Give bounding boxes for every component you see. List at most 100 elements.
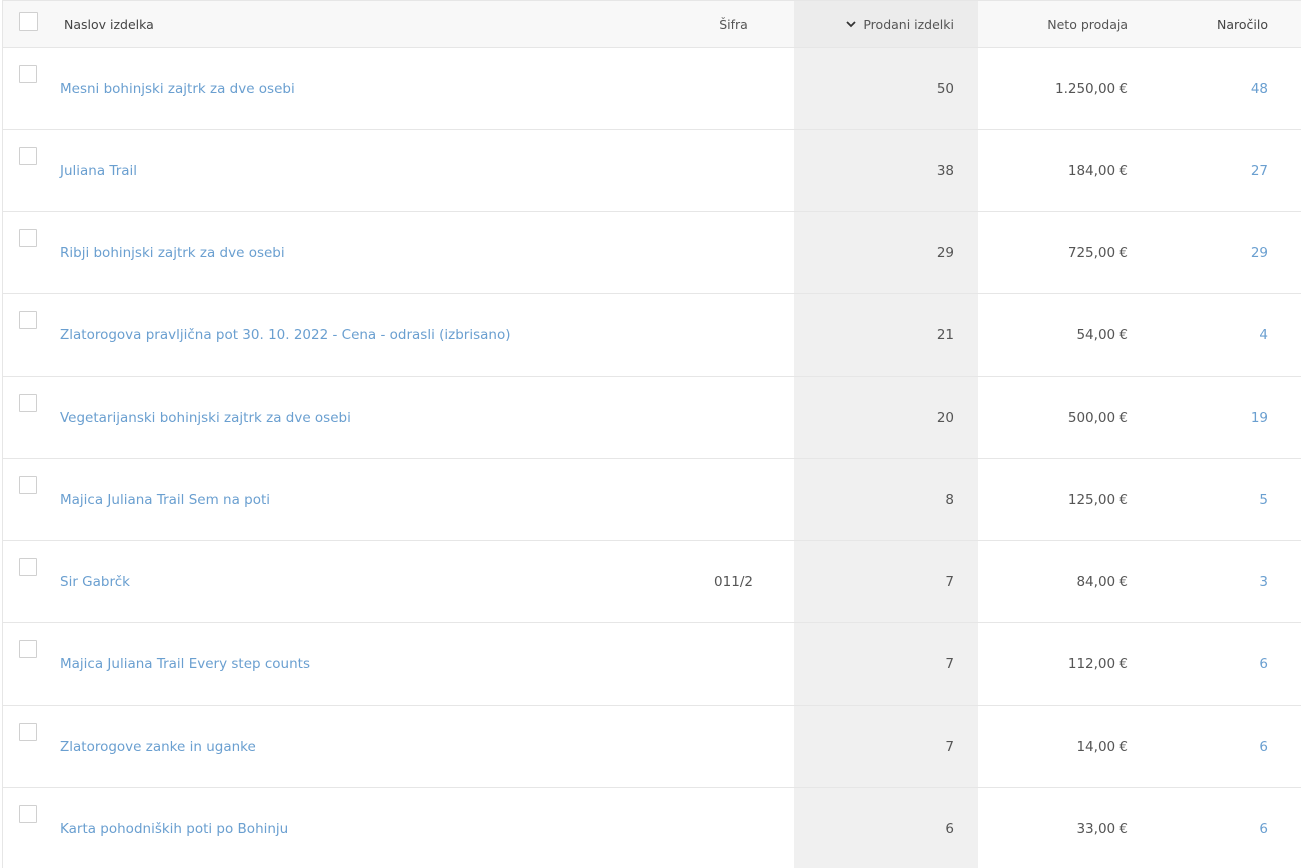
table-body: Mesni bohinjski zajtrk za dve osebi 50 1… [3,48,1301,868]
orders-cell: 5 [1152,492,1296,508]
column-header-sold[interactable]: Prodani izdelki [794,1,978,47]
orders-link[interactable]: 5 [1259,492,1268,508]
product-title-cell: Juliana Trail [60,163,673,179]
items-sold-cell: 6 [945,820,954,837]
net-sales-cell: 84,00 € [1076,573,1128,590]
column-header-sold-label: Prodani izdelki [863,16,954,32]
orders-link[interactable]: 48 [1251,81,1268,97]
net-sales-cell: 14,00 € [1076,738,1128,755]
items-sold-cell: 21 [936,327,954,343]
product-title-link[interactable]: Majica Juliana Trail Sem na poti [60,492,270,508]
row-checkbox[interactable] [19,147,37,165]
orders-cell: 27 [1152,163,1296,179]
net-sales-cell: 33,00 € [1076,820,1128,837]
product-title-link[interactable]: Zlatorogove zanke in uganke [60,739,256,755]
table-row: Karta pohodniških poti po Bohinju 6 33,0… [3,788,1301,868]
orders-cell: 3 [1152,574,1296,590]
items-sold-cell: 7 [945,738,954,755]
orders-cell: 29 [1152,245,1296,261]
product-title-cell: Zlatorogova pravljična pot 30. 10. 2022 … [60,327,673,343]
table-row: Majica Juliana Trail Sem na poti 8 125,0… [3,459,1301,541]
table-row: Zlatorogova pravljična pot 30. 10. 2022 … [3,294,1301,377]
orders-link[interactable]: 3 [1259,574,1268,590]
column-header-orders[interactable]: Naročilo [1152,17,1296,32]
row-select-cell [3,706,60,787]
row-checkbox[interactable] [19,229,37,247]
orders-link[interactable]: 19 [1251,410,1268,426]
orders-link[interactable]: 6 [1259,821,1268,837]
orders-cell: 6 [1152,656,1296,672]
sku-cell: 011/2 [714,573,753,590]
row-select-cell [3,130,60,211]
row-select-cell [3,294,60,376]
column-header-sku[interactable]: Šifra [673,17,794,32]
product-title-cell: Majica Juliana Trail Every step counts [60,656,673,672]
orders-link[interactable]: 29 [1251,245,1268,261]
orders-cell: 48 [1152,81,1296,97]
orders-link[interactable]: 6 [1259,739,1268,755]
product-title-link[interactable]: Karta pohodniških poti po Bohinju [60,821,288,837]
row-checkbox[interactable] [19,723,37,741]
product-title-link[interactable]: Mesni bohinjski zajtrk za dve osebi [60,81,295,97]
orders-cell: 6 [1152,821,1296,837]
table-header: Naslov izdelka Šifra Prodani izdelki Net… [3,1,1301,48]
net-sales-cell: 1.250,00 € [1055,80,1128,97]
product-title-link[interactable]: Zlatorogova pravljična pot 30. 10. 2022 … [60,327,511,343]
row-checkbox[interactable] [19,65,37,83]
row-checkbox[interactable] [19,805,37,823]
table-row: Vegetarijanski bohinjski zajtrk za dve o… [3,377,1301,459]
items-sold-cell: 8 [945,491,954,508]
items-sold-cell: 7 [945,656,954,672]
product-title-link[interactable]: Sir Gabrčk [60,574,130,590]
product-title-link[interactable]: Majica Juliana Trail Every step counts [60,656,310,672]
product-title-cell: Karta pohodniških poti po Bohinju [60,821,673,837]
row-checkbox[interactable] [19,394,37,412]
row-select-cell [3,623,60,705]
table-row: Sir Gabrčk 011/2 7 84,00 € 3 [3,541,1301,623]
row-checkbox[interactable] [19,640,37,658]
product-title-link[interactable]: Juliana Trail [60,163,137,179]
row-checkbox[interactable] [19,558,37,576]
row-select-cell [3,48,60,129]
table-row: Majica Juliana Trail Every step counts 7… [3,623,1301,706]
items-sold-cell: 7 [945,573,954,590]
orders-link[interactable]: 27 [1251,163,1268,179]
row-select-cell [3,212,60,293]
net-sales-cell: 500,00 € [1067,409,1128,426]
table-row: Zlatorogove zanke in uganke 7 14,00 € 6 [3,706,1301,788]
items-sold-cell: 38 [936,162,954,179]
column-header-title[interactable]: Naslov izdelka [60,17,673,32]
orders-cell: 19 [1152,410,1296,426]
items-sold-cell: 20 [936,409,954,426]
row-select-cell [3,788,60,868]
products-table: Naslov izdelka Šifra Prodani izdelki Net… [2,0,1301,868]
orders-link[interactable]: 4 [1259,327,1268,343]
row-checkbox[interactable] [19,311,37,329]
table-row: Juliana Trail 38 184,00 € 27 [3,130,1301,212]
items-sold-cell: 29 [936,244,954,261]
select-all-checkbox[interactable] [19,12,38,31]
orders-link[interactable]: 6 [1259,656,1268,672]
orders-cell: 6 [1152,739,1296,755]
product-title-cell: Majica Juliana Trail Sem na poti [60,492,673,508]
orders-cell: 4 [1152,327,1296,343]
product-title-link[interactable]: Ribji bohinjski zajtrk za dve osebi [60,245,285,261]
product-title-cell: Sir Gabrčk [60,574,673,590]
row-select-cell [3,377,60,458]
product-title-cell: Zlatorogove zanke in uganke [60,739,673,755]
table-row: Mesni bohinjski zajtrk za dve osebi 50 1… [3,48,1301,130]
row-select-cell [3,541,60,622]
row-checkbox[interactable] [19,476,37,494]
net-sales-cell: 725,00 € [1067,244,1128,261]
items-sold-cell: 50 [936,80,954,97]
net-sales-cell: 112,00 € [1067,656,1128,672]
net-sales-cell: 54,00 € [1076,327,1128,343]
net-sales-cell: 125,00 € [1067,491,1128,508]
product-title-cell: Vegetarijanski bohinjski zajtrk za dve o… [60,410,673,426]
column-header-net[interactable]: Neto prodaja [978,17,1152,32]
chevron-down-icon [846,21,856,28]
product-title-cell: Ribji bohinjski zajtrk za dve osebi [60,245,673,261]
net-sales-cell: 184,00 € [1067,162,1128,179]
product-title-link[interactable]: Vegetarijanski bohinjski zajtrk za dve o… [60,410,351,426]
product-title-cell: Mesni bohinjski zajtrk za dve osebi [60,81,673,97]
